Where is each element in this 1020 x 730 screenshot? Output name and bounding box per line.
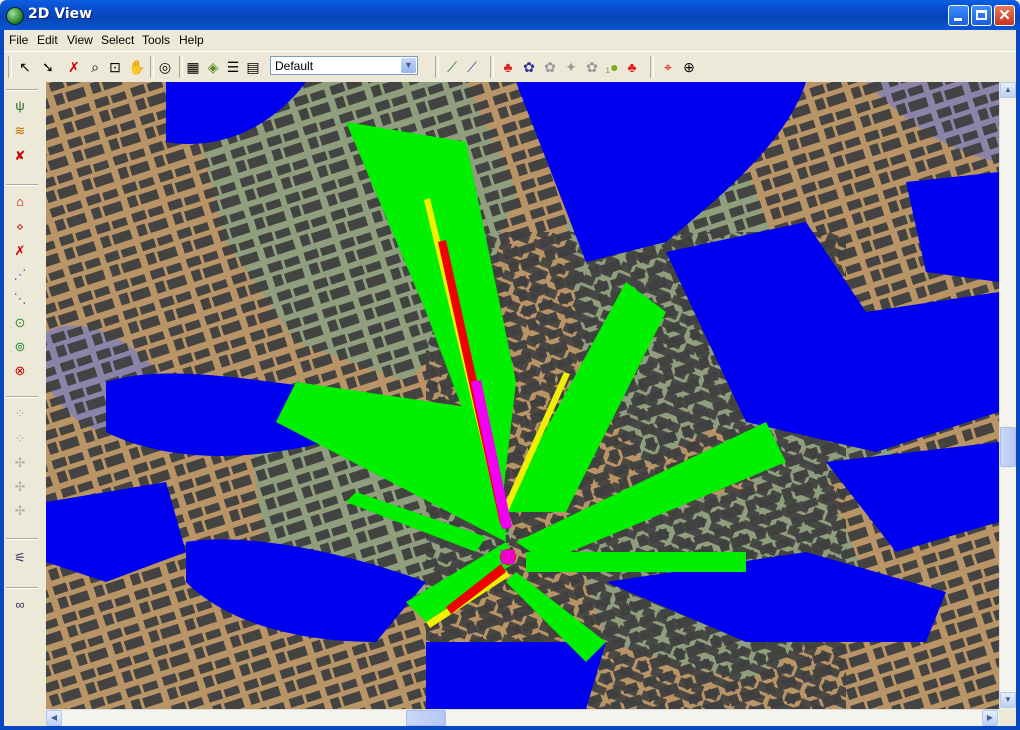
title-bar[interactable]: 2D View ✕ bbox=[0, 0, 1020, 30]
chevron-down-icon[interactable]: ▼ bbox=[401, 58, 416, 73]
remove-target-icon[interactable]: ⊗ bbox=[12, 363, 28, 379]
toolbar-separator bbox=[6, 396, 38, 398]
site-numbered-icon[interactable]: ₁● bbox=[604, 59, 620, 75]
delete-tool-icon[interactable]: ✗ bbox=[66, 59, 82, 75]
vertical-scrollbar[interactable]: ▲ ▼ bbox=[999, 82, 1017, 709]
toolbar-separator bbox=[6, 587, 38, 589]
binoculars-icon[interactable]: ◎ bbox=[157, 59, 173, 75]
scrollbar-corner bbox=[999, 709, 1016, 726]
target-icon[interactable]: ⊕ bbox=[681, 59, 697, 75]
menu-edit[interactable]: Edit bbox=[37, 33, 58, 47]
unlink-site-icon[interactable]: ⋱ bbox=[12, 291, 28, 307]
select-arrow-icon[interactable]: ↖ bbox=[17, 59, 33, 75]
site-group-disabled-icon: ✿ bbox=[544, 59, 556, 75]
maximize-icon bbox=[976, 10, 987, 20]
horizontal-scrollbar[interactable]: ◀ ▶ bbox=[46, 709, 999, 727]
point-add-disabled-icon: ⁘ bbox=[14, 431, 26, 446]
point-delete-disabled-icon: ✢ bbox=[14, 479, 26, 494]
point-edit-disabled-icon: ✢ bbox=[14, 503, 26, 518]
view-combo[interactable]: Default ▼ bbox=[270, 56, 418, 75]
delete-antenna-icon[interactable]: ✘ bbox=[12, 148, 28, 164]
circle-target-icon[interactable]: ⊙ bbox=[12, 315, 28, 331]
signal-icon[interactable]: ≋ bbox=[12, 123, 28, 139]
main-toolbar: ↖ ➘ ✗ ⌕ ⊡ ✋ ◎ ▦ ◈ ☰ ▤ ⟋ ⟋ ♣ ✿ ✿ ✦ ✿ ₁● ♣… bbox=[0, 51, 1020, 83]
neighbor-icon[interactable]: ⚟ bbox=[12, 550, 28, 566]
window-title: 2D View bbox=[28, 6, 93, 22]
lock-icon[interactable]: ⊚ bbox=[12, 339, 28, 355]
site-group-icon[interactable]: ♣ bbox=[500, 59, 516, 75]
zoom-area-icon[interactable]: ⊡ bbox=[107, 59, 123, 75]
site-group-blue-icon[interactable]: ✿ bbox=[521, 59, 537, 75]
transmitter-site-icon bbox=[501, 550, 515, 564]
left-toolbar: ψ ≋ ✘ ⌂ ⋄ ✗ ⋰ ⋱ ⊙ ⊚ ⊗ ⁘ ⁘ ✢ ✢ ✢ ⚟ ∞ bbox=[0, 82, 47, 722]
pointer-dropdown-icon[interactable]: ➘ bbox=[40, 59, 56, 75]
toolbar-separator bbox=[6, 184, 38, 186]
toolbar-separator bbox=[490, 56, 494, 78]
site-add-disabled-icon: ✦ bbox=[565, 59, 577, 75]
vertical-scroll-thumb[interactable] bbox=[1000, 427, 1016, 467]
toolbar-separator bbox=[179, 56, 183, 78]
scroll-up-icon[interactable]: ▲ bbox=[1000, 82, 1016, 98]
toolbar-separator bbox=[435, 56, 439, 78]
horizontal-scroll-thumb[interactable] bbox=[406, 710, 446, 726]
add-link-icon[interactable]: ⟋ bbox=[444, 59, 460, 75]
delete-site-icon[interactable]: ✗ bbox=[12, 243, 28, 259]
antenna-icon[interactable]: ψ bbox=[12, 98, 28, 114]
zoom-icon[interactable]: ⌕ bbox=[87, 59, 103, 75]
menu-select[interactable]: Select bbox=[101, 33, 134, 47]
maximize-button[interactable] bbox=[971, 5, 992, 26]
coverage-map-canvas bbox=[46, 82, 999, 709]
layer-icon[interactable]: ◈ bbox=[205, 59, 221, 75]
menu-help[interactable]: Help bbox=[179, 33, 204, 47]
pan-hand-icon[interactable]: ✋ bbox=[128, 59, 145, 75]
scroll-right-icon[interactable]: ▶ bbox=[982, 710, 998, 726]
toolbar-grip bbox=[6, 89, 38, 91]
transmitter-icon[interactable]: ⋄ bbox=[12, 219, 28, 235]
app-globe-icon bbox=[6, 7, 24, 25]
menu-bar: File Edit View Select Tools Help bbox=[0, 30, 1020, 50]
toolbar-separator bbox=[150, 56, 154, 78]
toolbar-separator bbox=[650, 56, 654, 78]
link-site-icon[interactable]: ⋰ bbox=[12, 267, 28, 283]
point-disabled-icon: ⁘ bbox=[14, 406, 26, 421]
menu-view[interactable]: View bbox=[67, 33, 93, 47]
link-tool-icon[interactable]: ⟋ bbox=[464, 59, 480, 75]
close-icon: ✕ bbox=[998, 7, 1011, 24]
binoculars-icon[interactable]: ∞ bbox=[12, 597, 28, 613]
legend-list-icon[interactable]: ☰ bbox=[225, 59, 241, 75]
toolbar-separator bbox=[6, 538, 38, 540]
menu-file[interactable]: File bbox=[9, 33, 28, 47]
toolbar-grip bbox=[8, 56, 12, 78]
minimize-icon bbox=[954, 18, 962, 21]
site-icon[interactable]: ⌂ bbox=[12, 194, 28, 210]
site-move-disabled-icon: ✿ bbox=[586, 59, 598, 75]
grid-icon[interactable]: ▦ bbox=[185, 59, 201, 75]
point-move-disabled-icon: ✢ bbox=[14, 455, 26, 470]
properties-icon[interactable]: ▤ bbox=[245, 59, 261, 75]
scroll-left-icon[interactable]: ◀ bbox=[46, 710, 62, 726]
menu-tools[interactable]: Tools bbox=[142, 33, 170, 47]
site-remove-icon[interactable]: ♣ bbox=[624, 59, 640, 75]
scroll-down-icon[interactable]: ▼ bbox=[1000, 692, 1016, 708]
close-button[interactable]: ✕ bbox=[994, 5, 1015, 26]
coverage-medium-area bbox=[526, 552, 746, 572]
minimize-button[interactable] bbox=[948, 5, 969, 26]
crosshair-icon[interactable]: ⌖ bbox=[660, 59, 676, 75]
view-combo-value: Default bbox=[275, 59, 314, 73]
coverage-map[interactable] bbox=[46, 82, 999, 709]
